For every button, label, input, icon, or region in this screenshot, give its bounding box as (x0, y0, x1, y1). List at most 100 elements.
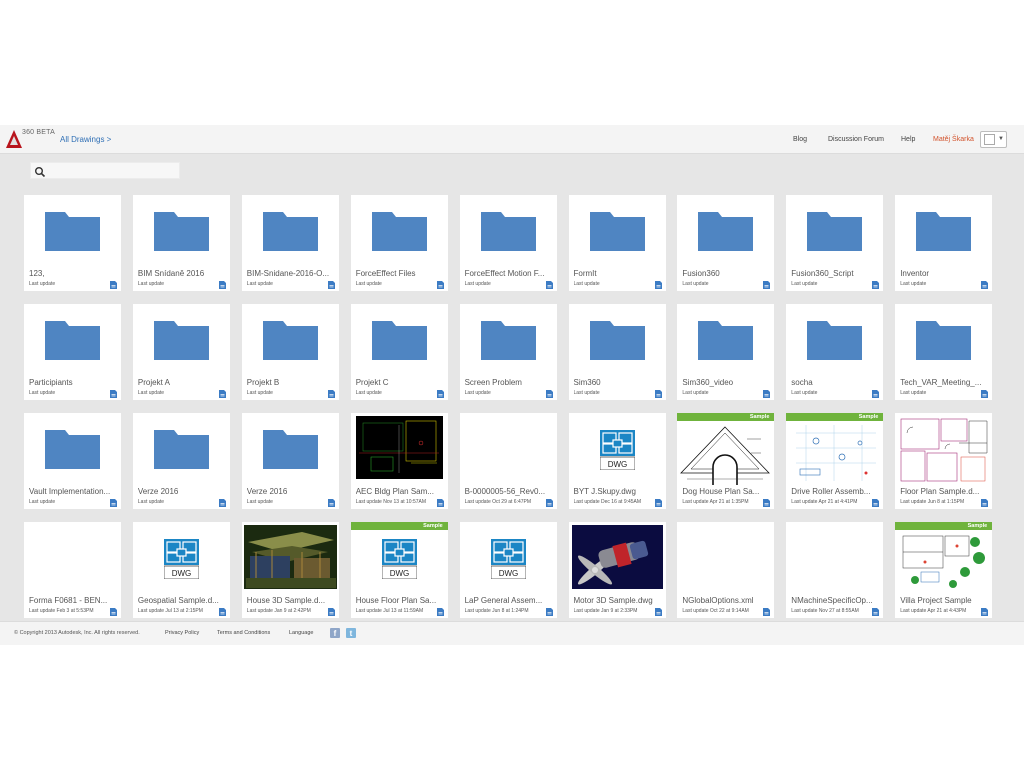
file-details-icon[interactable] (763, 608, 771, 616)
item-last-update: Last update (246, 390, 273, 396)
folder-card[interactable]: Verze 2016 Last update (132, 413, 230, 509)
item-name: socha (791, 378, 813, 387)
drawing-card[interactable]: NGlobalOptions.xml Last update Oct 22 at … (677, 522, 775, 618)
folder-card[interactable]: Sim360_video Last update (677, 304, 775, 400)
item-last-update: Last update Jul 13 at 2:15PM (137, 608, 203, 614)
folder-card[interactable]: Verze 2016 Last update (241, 413, 339, 509)
facebook-icon[interactable]: f (330, 628, 340, 638)
drawing-card[interactable]: House 3D Sample.d... Last update Jan 9 at… (241, 522, 339, 618)
folder-card[interactable]: Fusion360 Last update (677, 195, 775, 291)
file-details-icon[interactable] (218, 390, 226, 398)
drawing-card[interactable]: Forma F0681 - BEN... Last update Feb 3 at… (24, 522, 121, 618)
folder-card[interactable]: Sim360 Last update (568, 304, 666, 400)
nav-blog-link[interactable]: Blog (793, 136, 807, 143)
file-details-icon[interactable] (763, 390, 771, 398)
file-details-icon[interactable] (436, 608, 444, 616)
folder-card[interactable]: Inventor Last update (895, 195, 993, 291)
folder-card[interactable]: socha Last update (786, 304, 884, 400)
breadcrumb-all-drawings[interactable]: All Drawings > (60, 135, 111, 144)
file-details-icon[interactable] (981, 608, 989, 616)
item-name: Sim360_video (682, 378, 734, 387)
drawing-card[interactable]: NMachineSpecificOp... Last update Nov 27 … (786, 522, 884, 618)
file-details-icon[interactable] (327, 608, 335, 616)
file-details-icon[interactable] (110, 608, 117, 616)
folder-card[interactable]: Participiants Last update (24, 304, 121, 400)
drawing-card[interactable]: Sample Drive Roller Assemb... Last update … (786, 413, 884, 509)
file-details-icon[interactable] (545, 390, 553, 398)
item-name: House Floor Plan Sa... (355, 596, 437, 605)
folder-card[interactable]: FormIt Last update (568, 195, 666, 291)
file-details-icon[interactable] (872, 281, 880, 289)
file-details-icon[interactable] (218, 281, 226, 289)
file-details-icon[interactable] (327, 390, 335, 398)
drawing-card[interactable]: DWG LaP General Assem... Last update Jun … (459, 522, 557, 618)
folder-card[interactable]: Screen Problem Last update (459, 304, 557, 400)
drawing-card[interactable]: DWG Sample House Floor Plan Sa... Last upd… (350, 522, 448, 618)
twitter-icon[interactable]: t (346, 628, 356, 638)
folder-icon (262, 212, 318, 251)
file-details-icon[interactable] (218, 499, 226, 507)
drawing-card[interactable]: Motor 3D Sample.dwg Last update Jan 9 at … (568, 522, 666, 618)
folder-card[interactable]: Vault Implementation... Last update (24, 413, 121, 509)
item-name: House 3D Sample.d... (246, 596, 326, 605)
file-details-icon[interactable] (981, 390, 989, 398)
search-box[interactable] (30, 162, 180, 179)
drawing-card[interactable]: Floor Plan Sample.d... Last update Jun 8 … (895, 413, 993, 509)
file-details-icon[interactable] (436, 390, 444, 398)
drawing-card[interactable]: DWG BYT J.Skupy.dwg Last update Dec 16 at… (568, 413, 666, 509)
file-details-icon[interactable] (981, 281, 989, 289)
file-details-icon[interactable] (545, 608, 553, 616)
file-details-icon[interactable] (327, 499, 335, 507)
file-details-icon[interactable] (545, 281, 553, 289)
file-details-icon[interactable] (763, 281, 771, 289)
drawing-card[interactable]: B-0000005-56_Rev0... Last update Oct 29 a… (459, 413, 557, 509)
privacy-policy-link[interactable]: Privacy Policy (165, 630, 199, 636)
item-last-update: Last update Apr 21 at 4:43PM (900, 608, 967, 614)
file-details-icon[interactable] (654, 390, 662, 398)
folder-card[interactable]: ForceEffect Files Last update (350, 195, 448, 291)
folder-card[interactable]: BIM Snídaně 2016 Last update (132, 195, 230, 291)
file-details-icon[interactable] (110, 390, 117, 398)
file-details-icon[interactable] (763, 499, 771, 507)
chevron-down-icon: ▼ (998, 136, 1004, 142)
nav-help-link[interactable]: Help (901, 136, 915, 143)
folder-card[interactable]: BIM-Snidane-2016-O... Last update (241, 195, 339, 291)
item-last-update: Last update Oct 29 at 6:47PM (464, 499, 532, 505)
folder-card[interactable]: 123, Last update (24, 195, 121, 291)
sample-badge: Sample (786, 413, 884, 421)
file-details-icon[interactable] (436, 499, 444, 507)
file-details-icon[interactable] (872, 499, 880, 507)
item-last-update: Last update Jun 8 at 1:15PM (900, 499, 965, 505)
file-details-icon[interactable] (110, 499, 117, 507)
drawing-card[interactable]: DWG Geospatial Sample.d... Last update Ju… (132, 522, 230, 618)
folder-card[interactable]: Projekt B Last update (241, 304, 339, 400)
folder-card[interactable]: Projekt A Last update (132, 304, 230, 400)
drawing-card[interactable]: Sample Dog House Plan Sa... Last update Ap… (677, 413, 775, 509)
file-details-icon[interactable] (218, 608, 226, 616)
file-details-icon[interactable] (872, 608, 880, 616)
file-details-icon[interactable] (436, 281, 444, 289)
file-details-icon[interactable] (110, 281, 117, 289)
terms-link[interactable]: Terms and Conditions (217, 630, 270, 636)
autocad-360-logo[interactable] (6, 129, 22, 149)
file-details-icon[interactable] (327, 281, 335, 289)
file-details-icon[interactable] (654, 499, 662, 507)
folder-card[interactable]: Fusion360_Script Last update (786, 195, 884, 291)
file-details-icon[interactable] (981, 499, 989, 507)
file-details-icon[interactable] (545, 499, 553, 507)
file-details-icon[interactable] (872, 390, 880, 398)
language-selector[interactable]: Language (289, 630, 313, 636)
folder-card[interactable]: Projekt C Last update (350, 304, 448, 400)
file-details-icon[interactable] (654, 608, 662, 616)
drawing-card[interactable]: AEC Bldg Plan Sam... Last update Nov 13 a… (350, 413, 448, 509)
item-last-update: Last update Nov 27 at 8:55AM (791, 608, 859, 614)
file-details-icon[interactable] (654, 281, 662, 289)
nav-forum-link[interactable]: Discussion Forum (828, 136, 884, 143)
drawing-card[interactable]: Sample Villa Project Sample Last update Ap… (895, 522, 993, 618)
folder-card[interactable]: ForceEffect Motion F... Last update (459, 195, 557, 291)
user-name-link[interactable]: Matěj Škarka (933, 136, 974, 143)
user-menu-button[interactable]: ▼ (980, 131, 1007, 148)
folder-icon (153, 321, 209, 360)
search-input[interactable] (48, 163, 178, 178)
folder-card[interactable]: Tech_VAR_Meeting_... Last update (895, 304, 993, 400)
